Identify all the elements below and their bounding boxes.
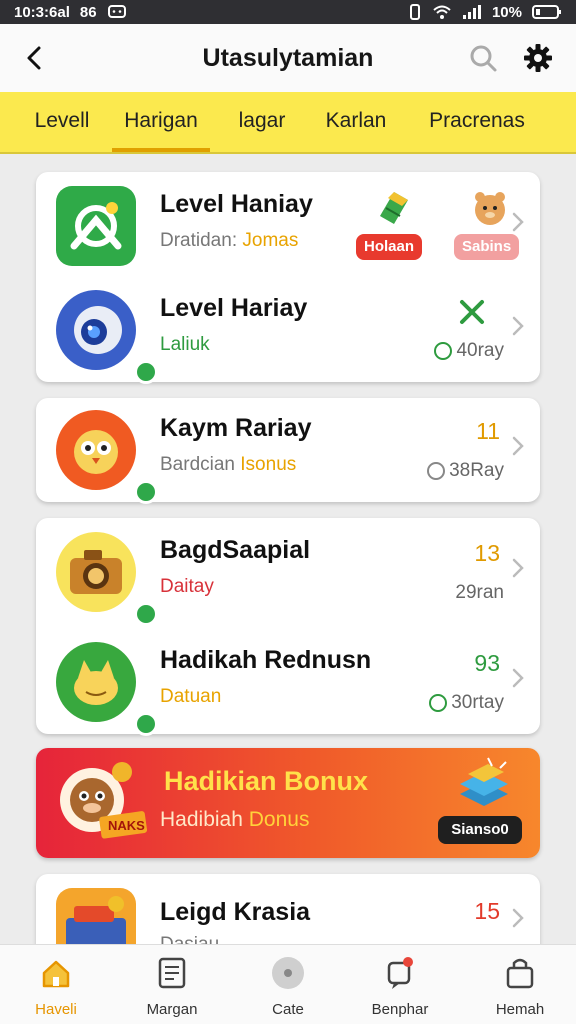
nav-benphar[interactable]: Benphar <box>352 953 448 1021</box>
gift-stack-icon <box>448 756 520 814</box>
bag-icon <box>500 953 540 993</box>
item-title: Leigd Krasia <box>160 898 311 926</box>
level-card-2: Kaym Rariay Bardcian Isonus 11 38Ray <box>36 396 540 504</box>
cat-mascot-icon <box>56 642 158 736</box>
chevron-right-icon <box>510 314 526 338</box>
item-title: Level Haniay <box>160 190 313 218</box>
check-badge-icon <box>134 602 158 626</box>
item-meta: 40ray <box>434 340 504 362</box>
list-item-level-haniay[interactable]: Level Haniay Dratidan: Jomas Holaan Sabi… <box>36 172 540 278</box>
chevron-right-icon <box>510 906 526 930</box>
item-value: 11 <box>476 418 500 444</box>
item-value: 15 <box>474 898 500 924</box>
clock-icon <box>434 342 453 360</box>
nav-haveli[interactable]: Haveli <box>8 953 104 1021</box>
circle-icon <box>268 953 308 993</box>
chevron-right-icon <box>510 210 526 234</box>
check-badge-icon <box>134 360 158 384</box>
sabins-tag: Sabins <box>454 234 520 260</box>
check-badge-icon <box>134 712 158 736</box>
item-title: BagdSaapial <box>160 536 311 564</box>
wifi-icon <box>432 4 452 20</box>
tab-harigan[interactable]: Harigan <box>112 92 210 152</box>
list-item-kaym-rariay[interactable]: Kaym Rariay Bardcian Isonus 11 38Ray <box>36 396 540 504</box>
level-card-1: Level Haniay Dratidan: Jomas Holaan Sabi… <box>36 172 540 384</box>
back-arrow-icon[interactable] <box>20 44 48 72</box>
battery-percent: 10% <box>491 3 522 21</box>
bonus-promo-banner[interactable]: NAKS Hadikian Bonux Hadibiah Donus Sians… <box>36 748 540 858</box>
claim-button[interactable]: Sianso0 <box>438 816 522 844</box>
item-subtitle: Dratidan: Jomas <box>160 230 299 251</box>
chevron-right-icon <box>510 666 526 690</box>
item-subtitle: Laliuk <box>160 334 210 355</box>
bell-icon <box>380 953 420 993</box>
robot-camera-icon <box>56 290 158 384</box>
vibrate-icon <box>408 3 422 21</box>
status-network: 86 <box>79 3 97 21</box>
item-title: Level Hariay <box>160 294 308 322</box>
item-value: 13 <box>474 540 500 566</box>
page-title: Utasulytamian <box>202 43 374 72</box>
nav-cate[interactable]: Cate <box>240 953 336 1021</box>
status-bar: 10:3:6al 86 10% <box>0 0 576 24</box>
list-icon <box>152 953 192 993</box>
item-subtitle: Bardcian Isonus <box>160 454 297 475</box>
level-card-3: BagdSaapial Daitay 13 29ran Hadikah Redn… <box>36 518 540 736</box>
check-badge-icon <box>134 480 158 504</box>
clock-icon <box>427 462 446 480</box>
tab-lagar[interactable]: lagar <box>226 92 298 152</box>
cow-mascot-icon: NAKS <box>52 760 152 850</box>
bottom-navigation: Haveli Margan Cate Benphar Hemah <box>0 944 576 1024</box>
item-meta: 29ran <box>455 582 504 603</box>
item-meta: 30rtay <box>429 692 504 714</box>
chevron-right-icon <box>510 434 526 458</box>
message-icon <box>107 4 127 20</box>
list-item-bagdsaapial[interactable]: BagdSaapial Daitay 13 29ran <box>36 518 540 626</box>
holaan-tag: Holaan <box>356 234 423 260</box>
tab-pracrenas[interactable]: Pracrenas <box>418 92 536 152</box>
promo-tag-label: NAKS <box>108 818 145 833</box>
camera-icon <box>56 532 158 626</box>
item-subtitle: Datuan <box>160 686 222 707</box>
nav-hemah[interactable]: Hemah <box>472 953 568 1021</box>
app-header: Utasulytamian <box>0 24 576 92</box>
gear-icon[interactable] <box>522 42 554 74</box>
item-title: Hadikah Rednusn <box>160 646 372 674</box>
clock-icon <box>429 694 448 712</box>
item-subtitle: Daitay <box>160 576 214 597</box>
bear-mascot-icon <box>470 186 510 230</box>
status-time: 10:3:6al <box>14 3 70 21</box>
promo-title: Hadikian Bonux <box>164 766 369 796</box>
tab-karlan[interactable]: Karlan <box>316 92 396 152</box>
tab-bar: Levell Harigan lagar Karlan Pracrenas <box>0 92 576 154</box>
item-meta: 38Ray <box>427 460 504 482</box>
crossed-tools-icon <box>458 298 486 326</box>
search-icon[interactable] <box>468 43 498 73</box>
owl-mascot-icon <box>56 410 158 504</box>
item-title: Kaym Rariay <box>160 414 312 442</box>
item-value: 93 <box>474 650 500 676</box>
game-app-icon <box>56 186 136 266</box>
promo-subtitle: Hadibiah Donus <box>160 808 310 831</box>
home-icon <box>36 953 76 993</box>
tab-levell[interactable]: Levell <box>18 92 106 152</box>
battery-icon <box>532 4 562 20</box>
list-item-level-hariay[interactable]: Level Hariay Laliuk 40ray <box>36 276 540 384</box>
nav-margan[interactable]: Margan <box>124 953 220 1021</box>
signal-icon <box>462 4 482 20</box>
list-item-hadikah-rednusn[interactable]: Hadikah Rednusn Datuan 93 30rtay <box>36 628 540 736</box>
chevron-right-icon <box>510 556 526 580</box>
gift-box-icon <box>372 186 416 230</box>
